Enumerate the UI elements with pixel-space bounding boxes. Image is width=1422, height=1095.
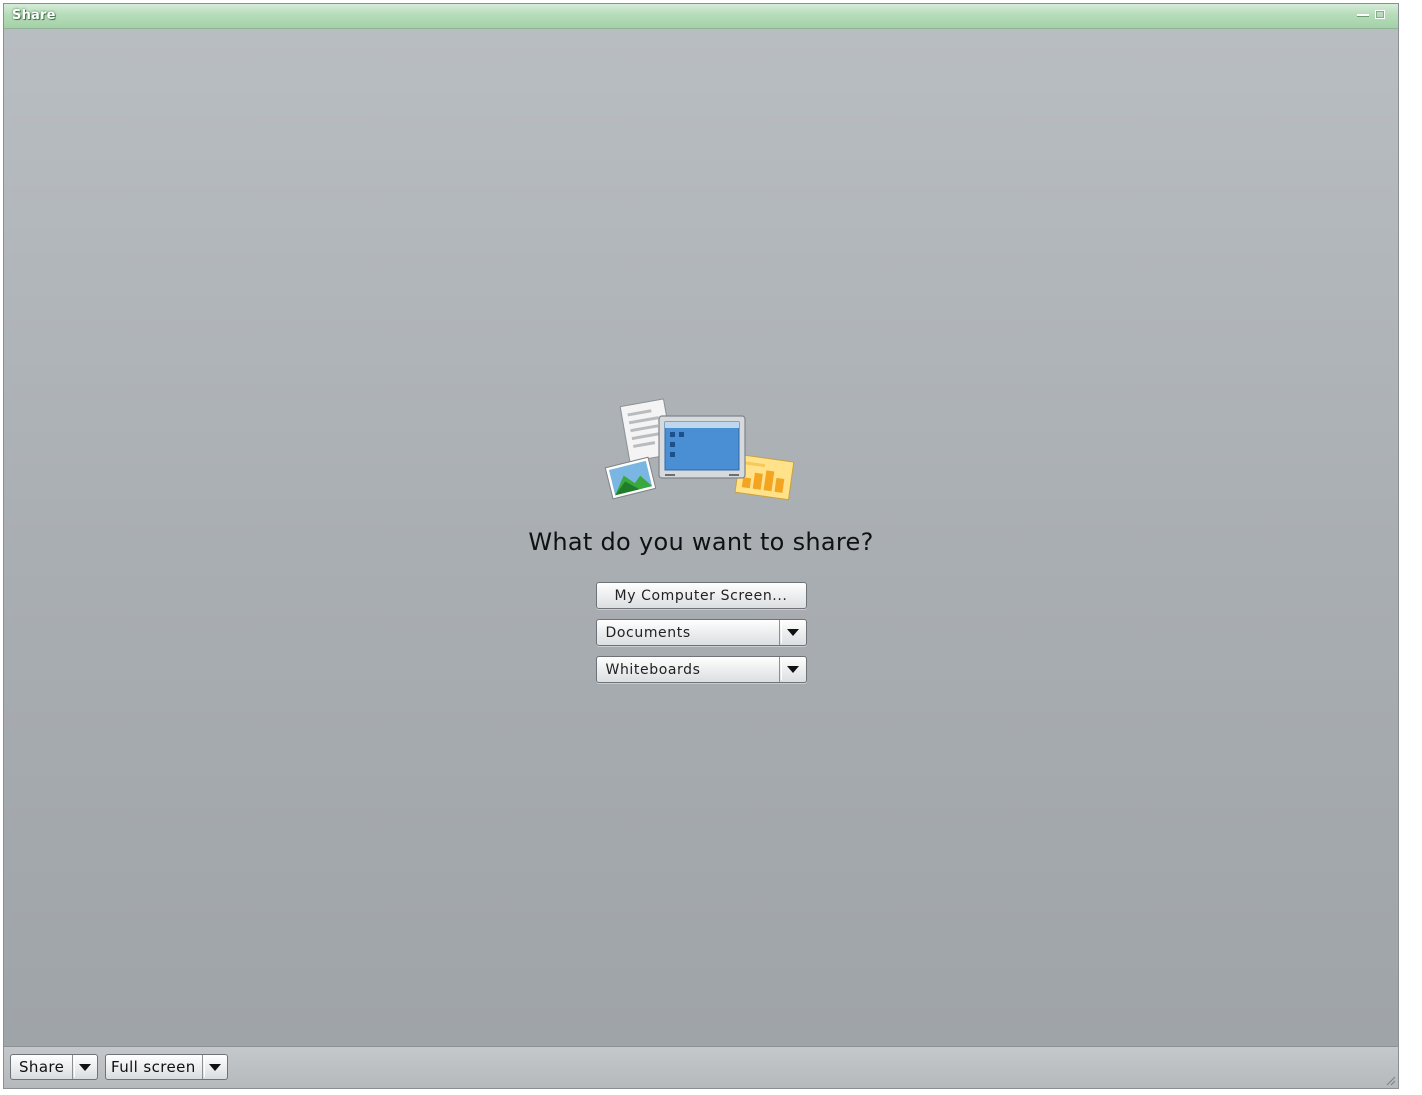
whiteboards-label: Whiteboards	[605, 661, 701, 678]
chevron-down-icon	[209, 1063, 221, 1071]
window-controls	[1356, 9, 1388, 21]
chevron-down-icon	[786, 629, 799, 636]
share-prompt: What do you want to share?	[528, 528, 874, 556]
documents-button[interactable]: Documents	[595, 619, 807, 646]
maximize-button[interactable]	[1374, 9, 1388, 21]
window-title: Share	[12, 8, 56, 23]
maximize-icon	[1375, 10, 1385, 19]
whiteboards-button[interactable]: Whiteboards	[595, 656, 807, 683]
chevron-down-icon	[79, 1063, 91, 1071]
photo-icon	[604, 456, 657, 500]
whiteboards-dropdown-toggle[interactable]	[778, 657, 806, 682]
fullscreen-button[interactable]: Full screen	[105, 1054, 228, 1080]
share-menu-label: Share	[19, 1058, 65, 1076]
resize-grip-icon[interactable]	[1386, 1076, 1396, 1086]
share-menu-button[interactable]: Share	[10, 1054, 98, 1080]
share-menu-dropdown-toggle[interactable]	[72, 1055, 97, 1079]
fullscreen-label: Full screen	[111, 1058, 196, 1076]
minimize-icon	[1357, 14, 1369, 16]
title-bar[interactable]: Share	[4, 4, 1398, 29]
share-illustration	[601, 394, 801, 510]
chevron-down-icon	[786, 666, 799, 673]
share-pod-window: Share What do you want to share? My Comp…	[3, 3, 1399, 1089]
fullscreen-dropdown-toggle[interactable]	[202, 1055, 227, 1079]
share-illustration-graphic	[604, 398, 795, 501]
monitor-screen-icon	[658, 415, 746, 479]
my-computer-screen-button[interactable]: My Computer Screen...	[595, 582, 807, 609]
my-computer-screen-label: My Computer Screen...	[614, 587, 788, 604]
documents-dropdown-toggle[interactable]	[778, 620, 806, 645]
documents-label: Documents	[605, 624, 691, 641]
share-chooser: What do you want to share? My Computer S…	[4, 394, 1398, 683]
pod-footer-bar: Share Full screen	[4, 1046, 1398, 1088]
minimize-button[interactable]	[1356, 9, 1370, 21]
